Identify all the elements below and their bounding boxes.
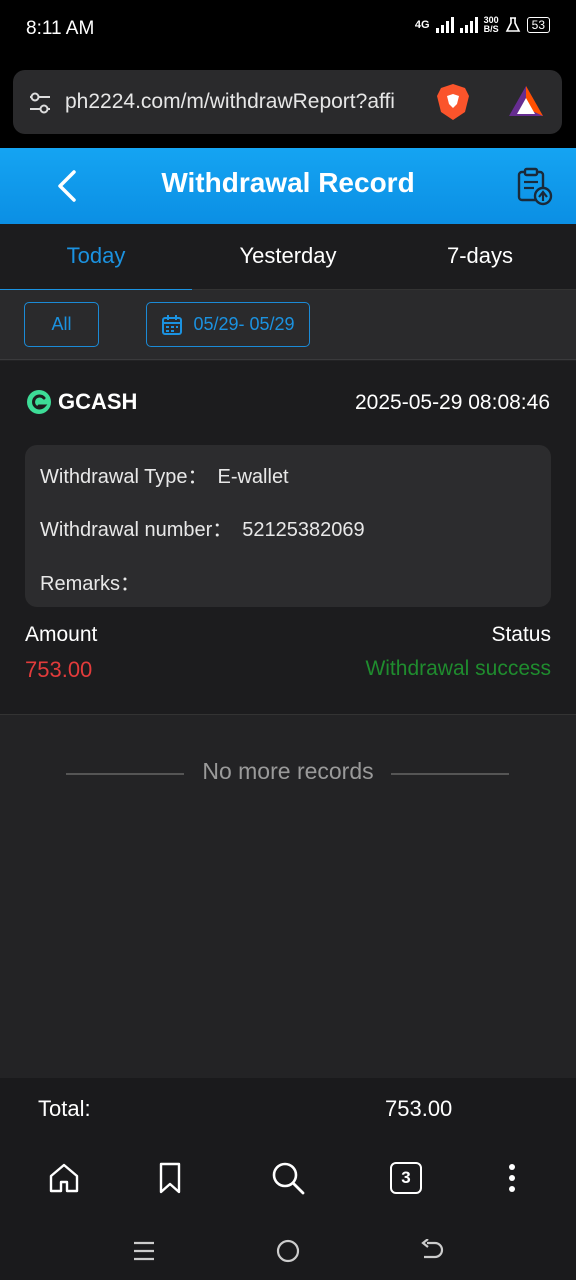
- menu-button[interactable]: [492, 1158, 532, 1198]
- gcash-logo-icon: [27, 390, 51, 414]
- withdrawal-type-row: Withdrawal Type： E-wallet: [40, 460, 289, 489]
- browser-bar: ph2224.com/m/withdrawReport?affi: [0, 60, 576, 148]
- more-vertical-icon: [509, 1164, 515, 1192]
- tab-today[interactable]: Today: [0, 224, 192, 291]
- payment-method-name: GCASH: [58, 389, 138, 414]
- date-range-button[interactable]: 05/29- 05/29: [146, 302, 310, 347]
- address-bar[interactable]: ph2224.com/m/withdrawReport?affi: [13, 70, 562, 134]
- signal-icon: [435, 17, 454, 33]
- tabs-count-icon: 3: [390, 1162, 422, 1194]
- status-time: 8:11 AM: [26, 18, 95, 39]
- net-speed: 300 B/S: [484, 16, 499, 34]
- total-bar: Total: 753.00: [0, 1078, 576, 1138]
- search-button[interactable]: [268, 1158, 308, 1198]
- system-back-button[interactable]: [417, 1236, 447, 1266]
- recent-apps-button[interactable]: [129, 1236, 159, 1266]
- clipboard-upload-icon[interactable]: [514, 166, 554, 206]
- home-icon: [49, 1163, 79, 1193]
- bookmarks-button[interactable]: [150, 1158, 190, 1198]
- date-tabs: Today Yesterday 7-days: [0, 224, 576, 291]
- tab-yesterday[interactable]: Yesterday: [192, 224, 384, 290]
- filter-bar: All 05/29- 05/29: [0, 290, 576, 360]
- menu-lines-icon: [134, 1241, 154, 1261]
- withdrawal-number-row: Withdrawal number： 52125382069: [40, 513, 365, 542]
- divider-right: [391, 773, 509, 775]
- total-label: Total:: [38, 1096, 91, 1121]
- date-range-label: 05/29- 05/29: [193, 314, 295, 334]
- amount-value: 753.00: [25, 657, 93, 682]
- tab-7-days[interactable]: 7-days: [384, 224, 576, 290]
- withdrawal-number-value: 52125382069: [242, 519, 365, 541]
- tabs-button[interactable]: 3: [386, 1158, 426, 1198]
- amount-label: Amount: [25, 623, 98, 646]
- no-more-records-text: No more records: [202, 758, 374, 784]
- rewards-triangle-icon[interactable]: [507, 84, 545, 118]
- net-speed-unit: B/S: [483, 24, 499, 34]
- status-icons: 4G 300 B/S 53: [415, 16, 550, 34]
- flask-icon: [505, 17, 520, 32]
- total-value: 753.00: [385, 1096, 453, 1121]
- payment-method: GCASH: [26, 389, 137, 415]
- status-bar: 8:11 AM 4G 300 B/S 53: [0, 0, 576, 60]
- system-home-button[interactable]: [273, 1236, 303, 1266]
- page-header: Withdrawal Record: [0, 148, 576, 224]
- back-return-icon: [421, 1239, 444, 1259]
- remarks-label: Remarks：: [40, 573, 141, 595]
- network-type: 4G: [414, 19, 430, 31]
- url-text[interactable]: ph2224.com/m/withdrawReport?affi: [65, 90, 421, 114]
- browser-bottom-nav: 3: [0, 1138, 576, 1220]
- record-datetime: 2025-05-29 08:08:46: [355, 391, 550, 414]
- record-details: Withdrawal Type： E-wallet Withdrawal numb…: [25, 445, 551, 607]
- status-label: Status: [491, 623, 551, 646]
- list-end-indicator: No more records: [0, 756, 576, 788]
- home-button[interactable]: [44, 1158, 84, 1198]
- circle-home-icon: [276, 1239, 300, 1263]
- status-value: Withdrawal success: [365, 657, 551, 680]
- type-filter-button[interactable]: All: [24, 302, 99, 347]
- tabs-count: 3: [401, 1168, 411, 1187]
- withdrawal-record-card[interactable]: GCASH 2025-05-29 08:08:46 Withdrawal Typ…: [0, 361, 576, 715]
- brave-shields-icon[interactable]: [435, 82, 471, 122]
- calendar-icon: [162, 314, 183, 335]
- site-settings-icon[interactable]: [27, 90, 53, 116]
- system-navigation: [0, 1220, 576, 1280]
- bookmark-icon: [159, 1162, 181, 1194]
- battery-icon: 53: [526, 17, 550, 33]
- search-icon: [272, 1162, 305, 1195]
- signal-icon-2: [459, 17, 478, 33]
- page-title: Withdrawal Record: [161, 167, 415, 198]
- withdrawal-number-label: Withdrawal number：: [40, 519, 233, 541]
- type-filter-label: All: [51, 314, 72, 334]
- remarks-row: Remarks：: [40, 567, 140, 596]
- withdrawal-type-value: E-wallet: [217, 466, 289, 488]
- withdrawal-type-label: Withdrawal Type：: [40, 466, 208, 488]
